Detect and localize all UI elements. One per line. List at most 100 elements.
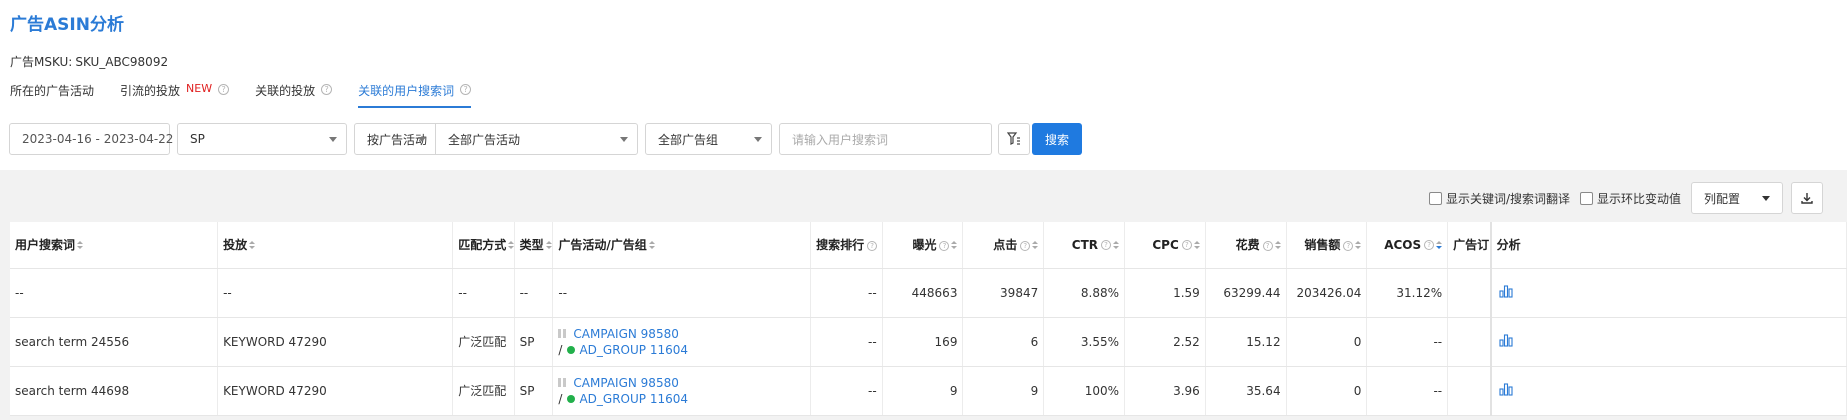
ad-type-select[interactable]: SP [177,123,347,155]
search-button[interactable]: 搜索 [1032,123,1082,155]
cell-search-rank: -- [810,366,883,416]
help-icon[interactable]: ? [1181,240,1192,251]
help-icon[interactable]: ? [1424,240,1435,251]
header-label: 点击 [993,238,1018,253]
bar-chart-icon[interactable] [1499,284,1513,298]
sort-icon[interactable] [1274,241,1281,250]
col-ctr[interactable]: CTR? [1043,222,1126,269]
column-config-select[interactable]: 列配置 [1691,182,1783,214]
cell-search-term: search term 44698 [10,366,219,416]
download-icon [1801,193,1813,204]
header-label: 广告订 [1453,238,1490,253]
date-range-picker[interactable]: 2023-04-16 - 2023-04-22 [9,123,173,155]
help-icon[interactable]: ? [218,84,230,95]
col-campaign-group[interactable]: 广告活动/广告组 [552,222,812,269]
cell-clicks: 6 [962,317,1045,367]
ad-group-select[interactable]: 全部广告组 [645,123,772,155]
download-button[interactable] [1791,182,1823,214]
sort-icon[interactable] [1355,241,1362,250]
advanced-filter-button[interactable] [998,123,1030,155]
tab-related-targeting[interactable]: 关联的投放 ? [255,82,333,108]
sort-icon[interactable] [951,241,958,250]
col-search-rank[interactable]: 搜索排行? [810,222,883,269]
sort-icon[interactable] [648,241,655,250]
checkbox-label: 显示环比变动值 [1596,191,1681,206]
sort-icon[interactable] [1113,240,1120,250]
sort-icon[interactable] [1032,241,1039,250]
cell-ad-orders [1447,317,1492,367]
checkbox-label: 显示关键词/搜索词翻译 [1445,191,1570,206]
col-clicks[interactable]: 点击? [962,222,1045,269]
header-label: 销售额 [1304,238,1341,253]
header-label: ACOS [1384,237,1422,252]
cell-search-term: -- [10,268,219,318]
campaign-link[interactable]: CAMPAIGN 98580 [573,375,678,391]
col-targeting[interactable]: 投放 [217,222,454,269]
sort-icon[interactable] [1193,240,1200,250]
col-sales[interactable]: 销售额? [1286,222,1368,269]
help-icon[interactable]: ? [460,84,472,95]
search-term-input[interactable]: 请输入用户搜索词 [779,123,992,155]
col-impressions[interactable]: 曝光? [882,222,964,269]
show-change-checkbox[interactable]: 显示环比变动值 [1579,190,1681,207]
help-icon[interactable]: ? [1262,240,1273,251]
search-placeholder: 请输入用户搜索词 [792,132,889,147]
chevron-down-icon [620,137,628,142]
help-icon[interactable]: ? [867,240,878,251]
campaign-value: 全部广告活动 [448,132,521,147]
sort-icon[interactable] [249,241,256,250]
checkbox-box[interactable] [1579,191,1593,205]
msku-line: 广告MSKU: SKU_ABC98092 [10,53,168,70]
help-icon[interactable]: ? [1343,240,1354,251]
cell-type: SP [514,366,554,416]
header-label: 分析 [1496,238,1521,253]
table-row: search term 44698 KEYWORD 47290 广泛匹配 SP … [10,366,1847,416]
tab-traffic-targeting[interactable]: 引流的投放 NEW ? [120,82,230,108]
checkbox-box[interactable] [1428,191,1442,205]
cell-ctr: 100% [1043,366,1126,416]
tab-campaigns[interactable]: 所在的广告活动 [10,82,94,108]
campaign-select[interactable]: 全部广告活动 [435,123,638,155]
new-badge: NEW [186,82,213,95]
help-icon[interactable]: ? [1020,240,1031,251]
bar-chart-icon[interactable] [1499,333,1513,347]
tab-related-search-terms[interactable]: 关联的用户搜索词 ? [358,82,472,108]
tab-label: 引流的投放 [120,84,181,98]
sort-icon[interactable] [77,241,84,250]
help-icon[interactable]: ? [321,84,333,95]
col-search-term[interactable]: 用户搜索词 [10,222,219,269]
ad-group-value: 全部广告组 [658,132,719,147]
ad-group-link[interactable]: AD_GROUP 11604 [579,342,688,358]
cell-spend: 35.64 [1205,366,1287,416]
help-icon[interactable]: ? [1101,240,1112,251]
cell-search-term: search term 24556 [10,317,219,367]
ad-group-status-icon [567,345,576,354]
sort-desc-icon[interactable] [1436,240,1443,250]
campaign-link[interactable]: CAMPAIGN 98580 [573,326,678,342]
sort-icon[interactable] [508,241,514,250]
help-icon[interactable]: ? [939,240,950,251]
cell-campaign-group: CAMPAIGN 98580 / AD_GROUP 11604 [552,366,812,416]
cell-impressions: 448663 [882,268,964,318]
cell-spend: 63299.44 [1205,268,1287,318]
bar-chart-icon[interactable] [1499,382,1513,396]
chevron-down-icon [418,137,426,142]
msku-value: SKU_ABC98092 [75,55,169,69]
col-cpc[interactable]: CPC? [1124,222,1206,269]
cell-match-type: 广泛匹配 [452,366,515,416]
chevron-down-icon [754,137,762,142]
col-spend[interactable]: 花费? [1205,222,1287,269]
ad-type-value: SP [190,132,205,146]
cell-analysis [1489,317,1847,367]
cell-targeting: KEYWORD 47290 [217,366,454,416]
column-config-label: 列配置 [1704,191,1741,206]
sort-icon[interactable] [545,241,552,250]
col-acos[interactable]: ACOS? [1366,222,1449,269]
show-translation-checkbox[interactable]: 显示关键词/搜索词翻译 [1428,190,1570,207]
col-type[interactable]: 类型 [514,222,554,269]
ad-group-link[interactable]: AD_GROUP 11604 [579,391,688,407]
scope-select[interactable]: 按广告活动 [354,123,436,155]
cell-analysis [1489,268,1847,318]
col-match-type[interactable]: 匹配方式 [452,222,515,269]
col-ad-orders[interactable]: 广告订 [1447,222,1492,269]
